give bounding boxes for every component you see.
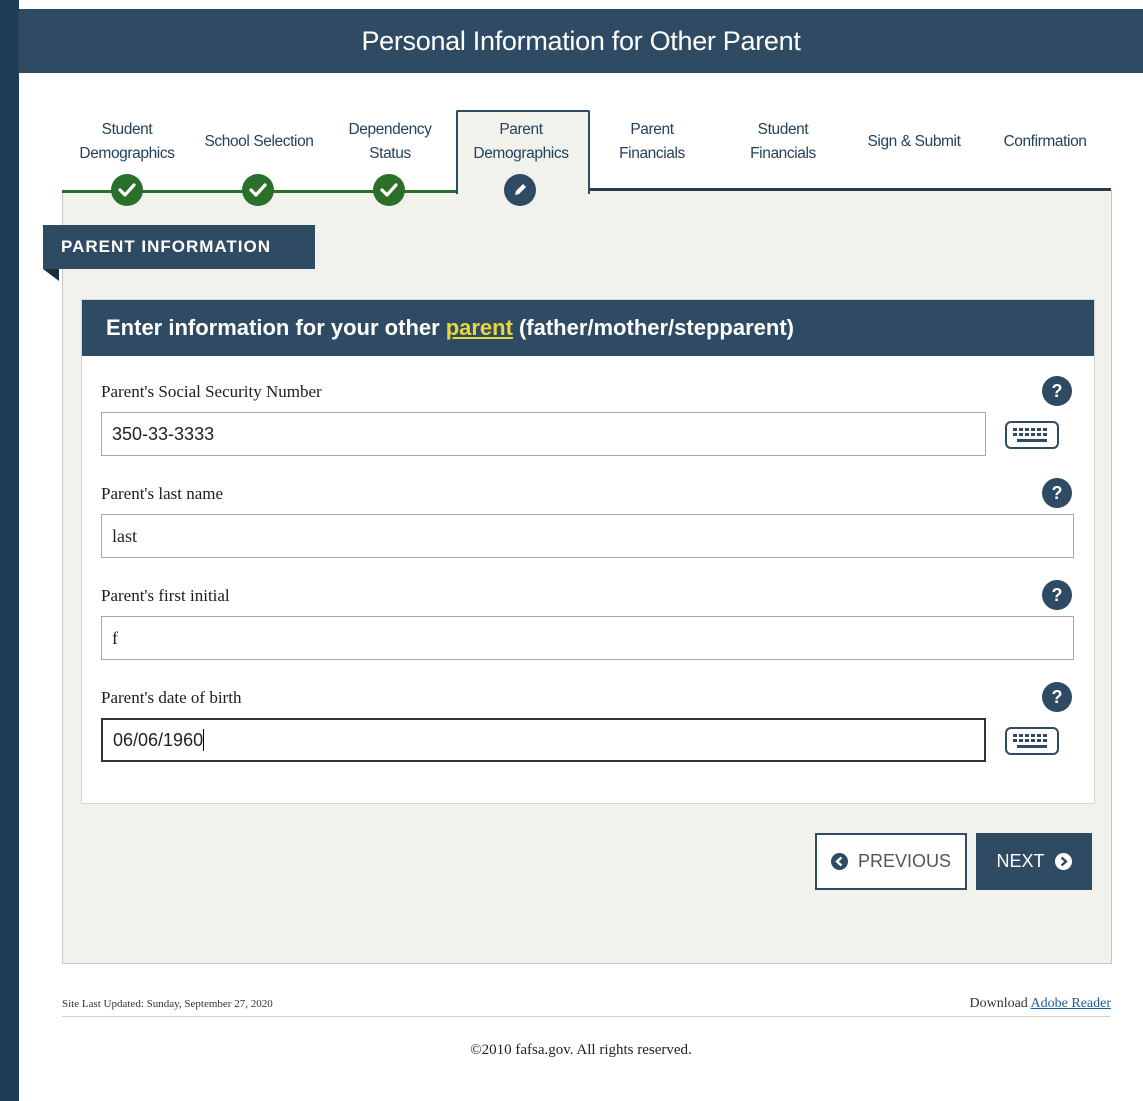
tab-student-financials[interactable]: Student Financials <box>718 110 848 190</box>
tab-label: Student Demographics <box>79 121 175 162</box>
ssn-label: Parent's Social Security Number <box>101 382 322 401</box>
pencil-icon <box>504 174 536 206</box>
ssn-help-icon[interactable]: ? <box>1042 376 1072 406</box>
tab-label: School Selection <box>204 133 314 150</box>
header-top-border <box>19 0 1143 9</box>
next-label: NEXT <box>996 851 1045 871</box>
section-title: PARENT INFORMATION <box>43 225 315 269</box>
tab-label: Student Financials <box>750 121 816 162</box>
footer-divider <box>62 1016 1110 1017</box>
text-cursor <box>203 729 205 751</box>
check-icon <box>111 174 143 206</box>
adobe-reader-link[interactable]: Adobe Reader <box>1031 996 1111 1011</box>
tab-label: Parent Demographics <box>473 121 569 162</box>
tab-label: Parent Financials <box>619 121 685 162</box>
tab-label: Confirmation <box>1003 133 1087 150</box>
form-heading: Enter information for your other parent … <box>82 300 1094 356</box>
tab-parent-financials[interactable]: Parent Financials <box>587 110 717 190</box>
page: Personal Information for Other Parent St… <box>19 0 1143 1101</box>
first-initial-label: Parent's first initial <box>101 586 230 605</box>
dob-input[interactable]: 06/06/1960 <box>101 718 986 762</box>
form-heading-suffix: (father/mother/stepparent) <box>518 315 794 340</box>
arrow-right-icon <box>1054 853 1072 870</box>
check-icon <box>242 174 274 206</box>
keyboard-icon[interactable] <box>1004 419 1060 451</box>
last-name-label: Parent's last name <box>101 484 224 503</box>
form-heading-prefix: Enter information for your other <box>106 315 440 340</box>
site-updated-text: Site Last Updated: Sunday, September 27,… <box>62 998 273 1010</box>
dob-label: Parent's date of birth <box>101 688 242 707</box>
download-reader: Download Adobe Reader <box>969 996 1111 1012</box>
next-button[interactable]: NEXT <box>976 833 1092 890</box>
first-initial-input[interactable]: f <box>101 616 1074 660</box>
parent-definition-link[interactable]: parent <box>446 315 513 341</box>
dob-input-value: 06/06/1960 <box>113 729 204 750</box>
check-icon <box>373 174 405 206</box>
last-name-help-icon[interactable]: ? <box>1042 478 1072 508</box>
previous-button[interactable]: PREVIOUS <box>815 833 967 890</box>
first-initial-help-icon[interactable]: ? <box>1042 580 1072 610</box>
arrow-left-icon <box>830 853 848 870</box>
tab-confirmation[interactable]: Confirmation <box>980 110 1110 190</box>
tab-label: Dependency Status <box>348 121 432 162</box>
page-title: Personal Information for Other Parent <box>19 9 1143 73</box>
last-name-input[interactable]: last <box>101 514 1074 558</box>
tab-sign-submit[interactable]: Sign & Submit <box>849 110 979 190</box>
dob-help-icon[interactable]: ? <box>1042 682 1072 712</box>
copyright-text: ©2010 fafsa.gov. All rights reserved. <box>470 1042 692 1058</box>
previous-label: PREVIOUS <box>857 851 952 871</box>
tab-label: Sign & Submit <box>867 133 961 150</box>
parent-info-form: Enter information for your other parent … <box>81 299 1095 804</box>
ssn-input[interactable]: 350-33-3333 <box>101 412 986 456</box>
keyboard-icon[interactable] <box>1004 725 1060 757</box>
section-tag-fold <box>43 269 59 281</box>
download-prefix: Download <box>969 996 1028 1011</box>
